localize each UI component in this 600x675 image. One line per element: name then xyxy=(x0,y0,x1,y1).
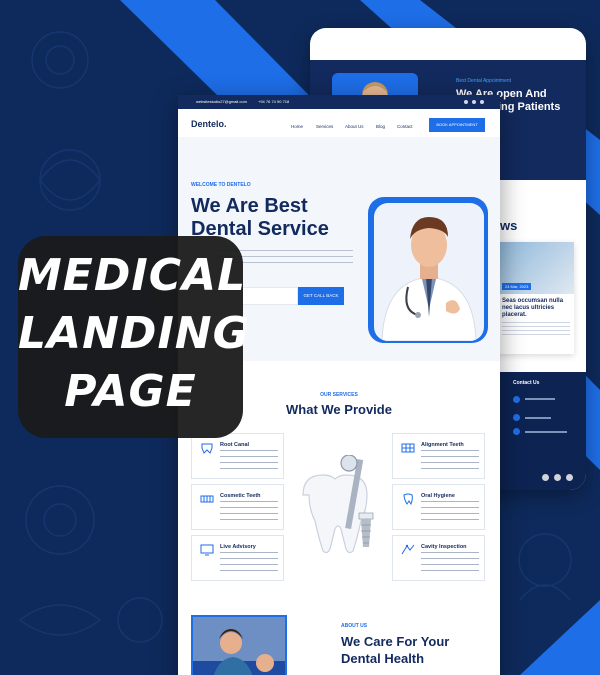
footer-address-line xyxy=(525,398,555,400)
hero-kicker: WELCOME TO DENTELO xyxy=(191,182,251,188)
navbar: Dentelo. Home Services About Us Blog Con… xyxy=(178,109,500,137)
nav-link-contact[interactable]: Contact xyxy=(397,124,413,129)
service-description xyxy=(220,552,278,572)
site-logo[interactable]: Dentelo. xyxy=(191,119,227,129)
service-card-alignment-teeth[interactable]: Alignment Teeth xyxy=(392,433,485,479)
twitter-icon[interactable] xyxy=(480,100,484,104)
nav-link-blog[interactable]: Blog xyxy=(376,124,385,129)
top-bar: websitestudio27@gmail.com +94 76 74 90 7… xyxy=(178,95,500,109)
nav-link-home[interactable]: Home xyxy=(291,124,303,129)
cosmetic-teeth-icon xyxy=(200,495,214,503)
alignment-teeth-icon xyxy=(401,443,415,453)
service-card-oral-hygiene[interactable]: Oral Hygiene xyxy=(392,484,485,530)
service-card-root-canal[interactable]: Root Canal xyxy=(191,433,284,479)
banner-line-2: LANDING xyxy=(18,308,250,359)
location-icon xyxy=(513,396,520,403)
get-call-back-button[interactable]: GET CALL BACK xyxy=(298,287,344,305)
footer-email-line xyxy=(525,431,567,433)
root-canal-icon xyxy=(201,443,213,454)
service-card-cosmetic-teeth[interactable]: Cosmetic Teeth xyxy=(191,484,284,530)
footer-contact-heading: Contact Us xyxy=(513,380,540,386)
service-name: Live Advisory xyxy=(220,544,256,550)
back-page-kicker: Best Dental Appointment xyxy=(456,78,512,84)
blog-date-tag: 24 Mar, 2023 xyxy=(502,283,532,290)
service-card-live-advisory[interactable]: Live Advisory xyxy=(191,535,284,581)
twitter-icon[interactable] xyxy=(566,474,573,481)
doctor-image xyxy=(374,203,484,341)
facebook-icon[interactable] xyxy=(464,100,468,104)
tooth-implant-illustration xyxy=(302,455,374,554)
facebook-icon[interactable] xyxy=(542,474,549,481)
banner-line-1: MEDICAL xyxy=(18,250,247,301)
blog-image: 24 Mar, 2023 xyxy=(498,242,574,294)
blog-title: Seas occumsan nulla nec lacus ultricies … xyxy=(502,298,564,318)
banner-line-3: PAGE xyxy=(64,366,197,417)
hero-title: We Are Best Dental Service xyxy=(191,195,329,240)
footer-phone-line xyxy=(525,417,551,419)
instagram-icon[interactable] xyxy=(554,474,561,481)
service-description xyxy=(220,501,278,521)
service-description xyxy=(220,450,278,470)
service-description xyxy=(421,501,479,521)
topbar-phone[interactable]: +94 76 74 90 718 xyxy=(258,99,289,104)
service-description xyxy=(421,552,479,572)
back-page-section-heading: ws xyxy=(500,218,518,233)
phone-icon xyxy=(513,414,520,421)
about-image xyxy=(191,615,287,675)
service-name: Alignment Teeth xyxy=(421,442,464,448)
oral-hygiene-icon xyxy=(403,493,413,505)
about-title: We Care For Your Dental Health xyxy=(341,634,450,666)
service-card-cavity-inspection[interactable]: Cavity Inspection xyxy=(392,535,485,581)
service-name: Cavity Inspection xyxy=(421,544,467,550)
nav-link-services[interactable]: Services xyxy=(316,124,333,129)
service-name: Root Canal xyxy=(220,442,250,448)
about-kicker: ABOUT US xyxy=(341,623,368,629)
nav-link-about[interactable]: About Us xyxy=(345,124,364,129)
service-name: Cosmetic Teeth xyxy=(220,493,261,499)
back-page-blog-card[interactable]: 24 Mar, 2023 Seas occumsan nulla nec lac… xyxy=(498,242,574,354)
blog-excerpt xyxy=(502,322,570,336)
topbar-email[interactable]: websitestudio27@gmail.com xyxy=(196,99,247,104)
service-description xyxy=(421,450,479,470)
book-appointment-button[interactable]: BOOK APPOINTMENT xyxy=(429,118,485,132)
mail-icon xyxy=(513,428,520,435)
live-advisory-icon xyxy=(200,544,214,556)
cavity-inspection-icon xyxy=(401,544,415,555)
service-name: Oral Hygiene xyxy=(421,493,455,499)
instagram-icon[interactable] xyxy=(472,100,476,104)
